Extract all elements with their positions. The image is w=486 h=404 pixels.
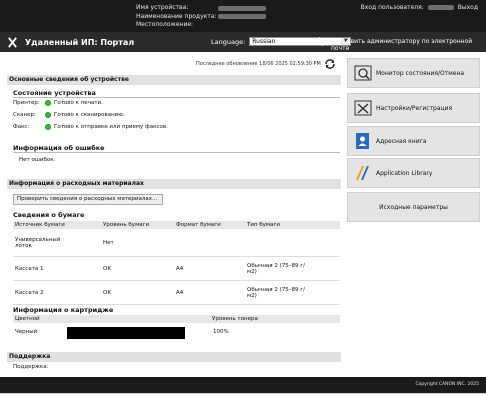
divider	[13, 97, 340, 98]
fax-label: Факс:	[13, 124, 30, 130]
support-label: Поддержка:	[13, 364, 49, 370]
toner-level-bar	[67, 327, 185, 339]
table-row: Кассета 2 OK A4 Обычная 2 (75–89 г/м2)	[13, 281, 340, 305]
printer-label: Принтер:	[13, 100, 40, 106]
table-header-row: Источник бумаги Уровень бумаги Формат бу…	[13, 221, 340, 229]
table-cell: Кассета 1	[15, 265, 44, 272]
email-admin-link[interactable]: Отправить администратору по электронной …	[331, 38, 486, 52]
switch-language-icon[interactable]	[316, 37, 326, 46]
product-name-label: Наименование продукта:	[136, 12, 217, 20]
column-header: Формат бумаги	[176, 222, 221, 228]
table-cell: Нет	[103, 239, 114, 246]
table-row: Универсальный лоток Нет	[13, 229, 340, 257]
bottom-strip	[0, 393, 486, 404]
column-header: Цветной	[15, 316, 40, 322]
login-label: Вход пользователя:	[360, 4, 424, 11]
username-redacted	[427, 5, 454, 10]
logout-link[interactable]: Выход	[458, 4, 478, 11]
table-cell: Универсальный лоток	[15, 236, 61, 249]
top-header: Имя устройства: Наименование продукта: М…	[0, 0, 486, 32]
column-header: Источник бумаги	[15, 222, 65, 228]
address-book-icon	[356, 133, 369, 149]
consumables-header: Информация о расходных материалах	[7, 179, 341, 189]
login-info: Вход пользователя: Выход	[361, 4, 478, 11]
last-updated: Последнее обновление 18/06 2025 02:59:30…	[196, 61, 321, 67]
app-library-icon	[356, 166, 369, 180]
check-consumables-button[interactable]: Проверить сведения о расходных материала…	[13, 194, 163, 205]
table-cell: A4	[176, 265, 184, 272]
table-header-row: Цветной Уровень тонера	[13, 315, 340, 323]
product-name-value-redacted	[218, 14, 266, 19]
scanner-label: Сканер:	[13, 112, 36, 118]
paper-info-title: Сведения о бумаге	[13, 211, 85, 219]
sidebar-item-label: Настройки/Регистрация	[376, 104, 453, 112]
sidebar-item-label: Application Library	[376, 169, 433, 177]
fax-ready-icon	[45, 124, 51, 130]
scanner-status: Готово к сканированию.	[54, 112, 125, 118]
table-cell: OK	[103, 265, 111, 272]
footer: Copyright CANON INC. 2025	[0, 377, 486, 393]
scanner-ready-icon	[45, 112, 51, 118]
sidebar-item-settings[interactable]: Настройки/Регистрация	[347, 93, 480, 123]
basic-info-header: Основные сведения об устройстве	[7, 75, 341, 85]
paper-table: Источник бумаги Уровень бумаги Формат бу…	[13, 221, 340, 305]
table-cell: A4	[176, 289, 184, 296]
status-monitor-icon	[354, 65, 372, 81]
printer-ready-icon	[45, 100, 51, 106]
sidebar-item-label: Монитор состояния/Отмена	[376, 69, 465, 77]
cartridge-color: Черный	[15, 329, 38, 335]
fax-status: Готово к отправке или приему факсов.	[54, 124, 168, 130]
device-info: Имя устройства: Наименование продукта: М…	[136, 4, 266, 30]
sidebar-item-application-library[interactable]: Application Library	[347, 158, 480, 188]
table-cell: OK	[103, 289, 111, 296]
language-label: Language:	[211, 37, 246, 46]
table-cell: Обычная 2 (75–89 г/м2)	[247, 262, 305, 275]
cartridge-info-title: Информация о картридже	[13, 306, 114, 314]
copyright: Copyright CANON INC. 2025	[415, 382, 480, 387]
error-info-title: Информация об ошибке	[13, 144, 105, 152]
portal-logo-icon	[8, 36, 17, 48]
sidebar-item-status-monitor[interactable]: Монитор состояния/Отмена	[347, 58, 480, 88]
column-header: Уровень бумаги	[103, 222, 150, 228]
sidebar-item-label: Адресная книга	[376, 137, 427, 145]
cartridge-table: Цветной Уровень тонера	[13, 315, 340, 323]
table-cell: Обычная 2 (75–89 г/м2)	[247, 286, 305, 299]
support-header: Поддержка	[7, 352, 341, 362]
device-name-value-redacted	[218, 5, 266, 11]
settings-icon	[354, 100, 372, 116]
navbar: Удаленный ИП: Портал Language: Russian ▼…	[0, 32, 486, 52]
column-header: Уровень тонера	[212, 316, 258, 322]
divider	[13, 152, 340, 153]
table-row: Кассета 1 OK A4 Обычная 2 (75–89 г/м2)	[13, 257, 340, 281]
device-name-label: Имя устройства:	[136, 4, 189, 11]
sidebar-item-address-book[interactable]: Адресная книга	[347, 126, 480, 156]
column-header: Тип бумаги	[247, 222, 280, 228]
location-label: Местоположение:	[136, 21, 194, 28]
sidebar-item-default-settings[interactable]: Исходные параметры	[347, 192, 480, 222]
error-info-value: Нет ошибок.	[19, 157, 56, 163]
table-cell: Кассета 2	[15, 289, 44, 296]
sidebar-item-label: Исходные параметры	[379, 203, 448, 211]
device-status-title: Состояние устройства	[13, 89, 96, 97]
refresh-icon[interactable]	[324, 58, 336, 70]
portal-title: Удаленный ИП: Портал	[25, 37, 135, 47]
toner-level-value: 100%	[213, 329, 229, 335]
language-value: Russian	[252, 38, 276, 45]
printer-status: Готово к печати.	[54, 100, 103, 106]
